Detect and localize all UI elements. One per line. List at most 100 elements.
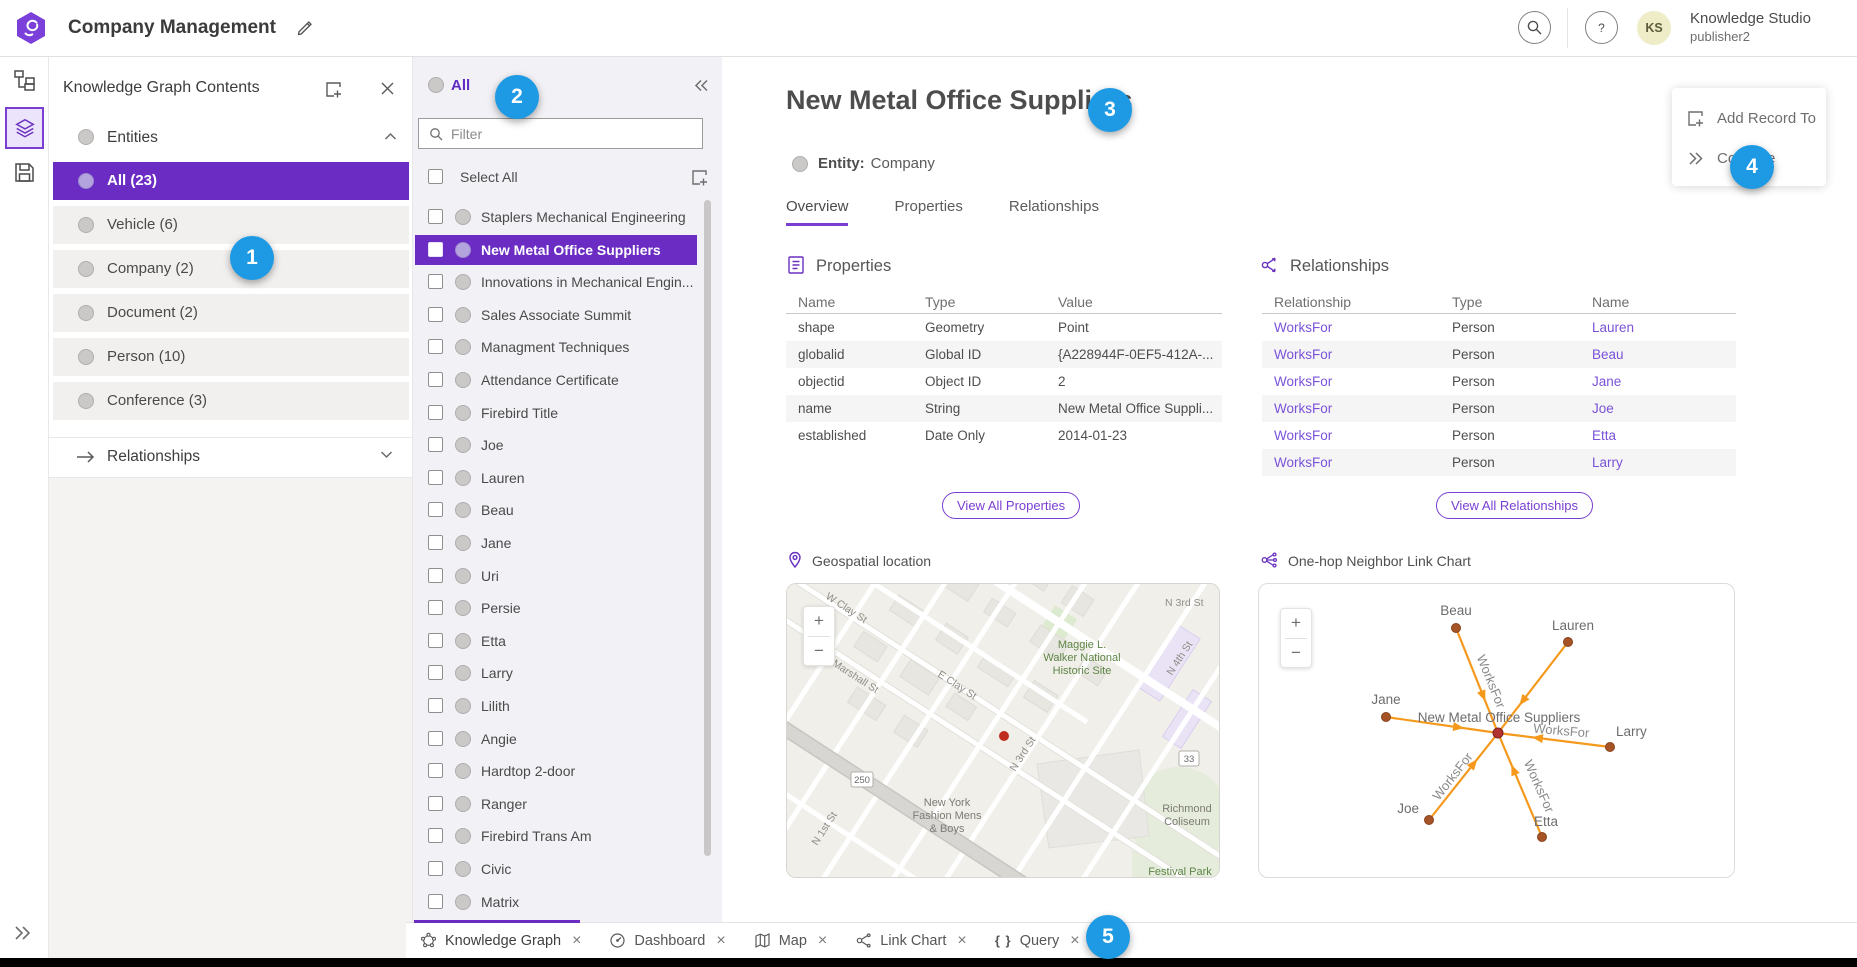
relationship-link[interactable]: WorksFor [1262,374,1452,389]
graph-node[interactable] [1425,816,1434,825]
relationship-link[interactable]: WorksFor [1262,401,1452,416]
item-checkbox[interactable] [428,372,443,387]
list-item[interactable]: Firebird Trans Am [415,821,697,851]
chevron-down-icon[interactable] [380,450,393,459]
list-item[interactable]: New Metal Office Suppliers [415,235,697,265]
item-checkbox[interactable] [428,828,443,843]
item-checkbox[interactable] [428,502,443,517]
record-tab-overview[interactable]: Overview [786,198,849,225]
chevron-up-icon[interactable] [384,132,397,141]
edit-title-pencil-icon[interactable] [296,19,314,37]
item-checkbox[interactable] [428,796,443,811]
center-graph-node[interactable] [1493,728,1503,738]
item-checkbox[interactable] [428,470,443,485]
search-button[interactable] [1518,11,1551,44]
zoom-out-button[interactable]: − [804,637,834,666]
related-entity-link[interactable]: Larry [1592,455,1736,470]
add-record-icon[interactable] [324,80,343,99]
item-checkbox[interactable] [428,242,443,257]
menu-item-add-record-to[interactable]: Add Record To [1672,98,1826,138]
data-model-icon[interactable] [13,69,36,92]
item-checkbox[interactable] [428,568,443,583]
zoom-in-button[interactable]: + [1281,609,1311,638]
expand-rail-icon[interactable] [12,925,32,941]
list-item[interactable]: Jane [415,528,697,558]
entity-type-row[interactable]: Conference (3) [53,382,409,420]
close-panel-icon[interactable] [379,80,396,97]
record-tab-properties[interactable]: Properties [895,198,963,225]
zoom-out-button[interactable]: − [1281,639,1311,668]
list-item[interactable]: Civic [415,854,697,884]
relationship-link[interactable]: WorksFor [1262,347,1452,362]
entity-type-row[interactable]: Document (2) [53,294,409,332]
view-tab-map[interactable]: Map× [754,932,828,949]
relationships-group-header[interactable]: Relationships [49,437,413,478]
item-checkbox[interactable] [428,600,443,615]
list-item[interactable]: Lauren [415,463,697,493]
view-all-properties-button[interactable]: View All Properties [942,492,1080,519]
rail-item-contents-selected[interactable] [5,107,44,149]
graph-node[interactable] [1452,624,1461,633]
list-item[interactable]: Attendance Certificate [415,365,697,395]
list-item[interactable]: Angie [415,724,697,754]
list-item[interactable]: Ranger [415,789,697,819]
relationship-link[interactable]: WorksFor [1262,428,1452,443]
item-checkbox[interactable] [428,763,443,778]
related-entity-link[interactable]: Lauren [1592,320,1736,335]
map-point-marker[interactable] [999,731,1009,741]
close-tab-icon[interactable]: × [1070,933,1079,949]
entity-type-row[interactable]: Person (10) [53,338,409,376]
list-item[interactable]: Hardtop 2-door [415,756,697,786]
close-tab-icon[interactable]: × [957,933,966,949]
select-all-checkbox[interactable] [428,169,443,184]
entity-type-row[interactable]: Vehicle (6) [53,206,409,244]
item-checkbox[interactable] [428,405,443,420]
list-item[interactable]: Staplers Mechanical Engineering [415,202,697,232]
help-button[interactable]: ? [1585,11,1618,44]
item-checkbox[interactable] [428,698,443,713]
entity-type-row[interactable]: All (23) [53,162,409,200]
list-item[interactable]: Beau [415,495,697,525]
relationship-link[interactable]: WorksFor [1262,455,1452,470]
view-all-relationships-button[interactable]: View All Relationships [1436,492,1593,519]
close-tab-icon[interactable]: × [716,933,725,949]
record-tab-relationships[interactable]: Relationships [1009,198,1099,225]
list-item[interactable]: Larry [415,658,697,688]
list-item[interactable]: Sales Associate Summit [415,300,697,330]
one-hop-link-chart[interactable]: WorksForWorksForWorksForWorksForBeauLaur… [1258,583,1735,878]
related-entity-link[interactable]: Joe [1592,401,1736,416]
scrollbar-thumb[interactable] [704,200,711,856]
link-chart-canvas[interactable]: WorksForWorksForWorksForWorksForBeauLaur… [1259,584,1735,878]
filter-input[interactable] [451,126,702,142]
view-tab-dashboard[interactable]: Dashboard× [609,932,725,949]
list-item[interactable]: Joe [415,430,697,460]
graph-node[interactable] [1538,833,1547,842]
list-item[interactable]: Etta [415,626,697,656]
collapse-panel-icon[interactable] [694,79,709,92]
graph-node[interactable] [1606,743,1615,752]
view-tab-link-chart[interactable]: Link Chart× [855,932,966,949]
item-checkbox[interactable] [428,665,443,680]
add-record-icon[interactable] [690,168,709,187]
graph-node[interactable] [1382,713,1391,722]
list-item[interactable]: Innovations in Mechanical Engin... [415,267,697,297]
list-item[interactable]: Lilith [415,691,697,721]
graph-node[interactable] [1564,638,1573,647]
close-tab-icon[interactable]: × [572,933,581,949]
item-checkbox[interactable] [428,437,443,452]
list-item[interactable]: Firebird Title [415,398,697,428]
zoom-in-button[interactable]: + [804,607,834,636]
select-all-row[interactable]: Select All [415,166,705,190]
filter-field[interactable] [418,118,703,149]
item-checkbox[interactable] [428,633,443,648]
related-entity-link[interactable]: Jane [1592,374,1736,389]
save-icon[interactable] [13,161,36,184]
geospatial-map[interactable]: W Clay St W Marshall St E Clay St N 3rd … [786,583,1220,878]
item-checkbox[interactable] [428,209,443,224]
item-checkbox[interactable] [428,274,443,289]
item-checkbox[interactable] [428,894,443,909]
list-item[interactable]: Persie [415,593,697,623]
item-checkbox[interactable] [428,307,443,322]
close-tab-icon[interactable]: × [818,933,827,949]
item-checkbox[interactable] [428,861,443,876]
